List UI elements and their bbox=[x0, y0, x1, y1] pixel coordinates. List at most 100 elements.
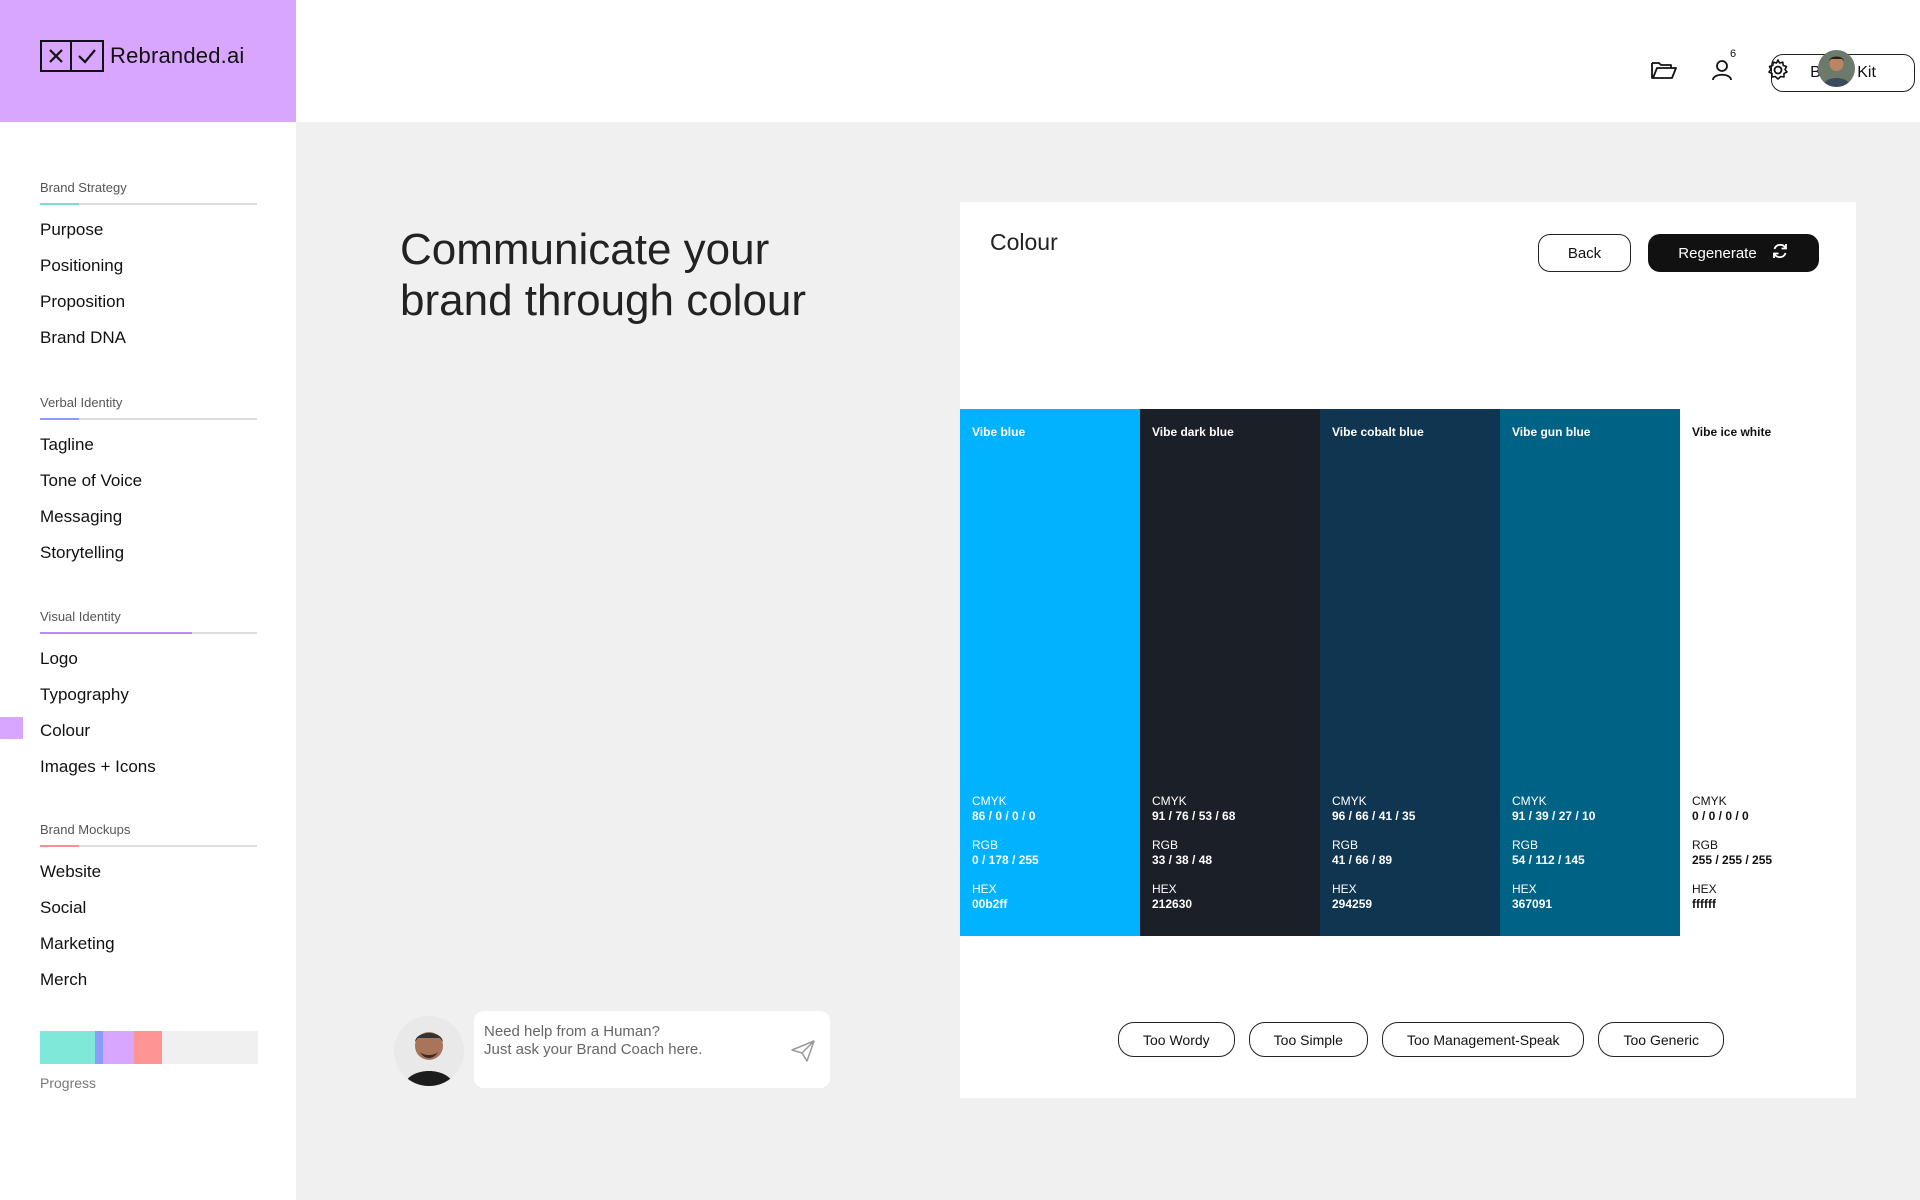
sidebar-item-colour[interactable]: Colour bbox=[40, 720, 257, 756]
regenerate-button[interactable]: Regenerate bbox=[1648, 234, 1819, 272]
hex-label: HEX bbox=[1332, 882, 1357, 896]
progress-segment bbox=[40, 1031, 95, 1064]
progress-label: Progress bbox=[40, 1075, 97, 1091]
feedback-chip-too-wordy[interactable]: Too Wordy bbox=[1118, 1022, 1235, 1057]
sidebar-item-brand-dna[interactable]: Brand DNA bbox=[40, 327, 257, 363]
coach-prompt-line-1: Need help from a Human? bbox=[484, 1023, 660, 1040]
sidebar-item-images-icons[interactable]: Images + Icons bbox=[40, 756, 257, 792]
hex-label: HEX bbox=[1152, 882, 1177, 896]
sidebar: Rebranded.ai Brand Strategy Purpose Positi… bbox=[0, 0, 296, 1200]
rgb-label: RGB bbox=[1692, 838, 1719, 852]
notification-badge: 6 bbox=[1730, 48, 1737, 60]
rgb-label: RGB bbox=[972, 838, 999, 852]
folder-icon[interactable] bbox=[1648, 54, 1680, 86]
section-progress-line bbox=[40, 203, 257, 205]
swatch-specs: CMYK 91 / 76 / 53 / 68 RGB 33 / 38 / 48 HEX 2… bbox=[1152, 794, 1235, 926]
rgb-value: 54 / 112 / 145 bbox=[1512, 853, 1585, 867]
nav-section-brand-mockups: Brand Mockups Website Social Marketing Merch bbox=[40, 822, 257, 1005]
colour-swatch-vibe-gun-blue[interactable]: Vibe gun blue CMYK 91 / 39 / 27 / 10 RGB 54 … bbox=[1500, 409, 1680, 936]
colour-swatch-vibe-dark-blue[interactable]: Vibe dark blue CMYK 91 / 76 / 53 / 68 RGB 33… bbox=[1140, 409, 1320, 936]
colour-swatch-vibe-ice-white[interactable]: Vibe ice white CMYK 0 / 0 / 0 / 0 RGB 255 / … bbox=[1680, 409, 1856, 936]
coach-prompt-line-2: Just ask your Brand Coach here. bbox=[484, 1041, 703, 1058]
cmyk-value: 91 / 39 / 27 / 10 bbox=[1512, 809, 1596, 823]
settings-icon[interactable] bbox=[1762, 54, 1794, 86]
active-item-marker bbox=[0, 717, 23, 739]
nav-section-visual-identity: Visual Identity Logo Typography Colour Image… bbox=[40, 609, 257, 792]
cmyk-label: CMYK bbox=[1152, 794, 1187, 808]
logo-text: Rebranded.ai bbox=[110, 43, 245, 68]
rgb-label: RGB bbox=[1512, 838, 1539, 852]
feedback-chip-too-management-speak[interactable]: Too Management-Speak bbox=[1381, 1022, 1585, 1057]
nav-section-title: Brand Strategy bbox=[40, 180, 127, 195]
cmyk-label: CMYK bbox=[1692, 794, 1727, 808]
cmyk-label: CMYK bbox=[972, 794, 1007, 808]
sidebar-item-merch[interactable]: Merch bbox=[40, 969, 257, 1005]
page-headline: Communicate your brand through colour bbox=[400, 225, 807, 325]
cmyk-value: 0 / 0 / 0 / 0 bbox=[1692, 809, 1749, 823]
card-title: Colour bbox=[990, 229, 1058, 255]
x-icon bbox=[42, 42, 72, 70]
sidebar-item-purpose[interactable]: Purpose bbox=[40, 219, 257, 255]
rgb-value: 0 / 178 / 255 bbox=[972, 853, 1039, 867]
section-progress-line bbox=[40, 632, 257, 634]
hex-value: ffffff bbox=[1692, 897, 1716, 911]
feedback-chip-too-simple[interactable]: Too Simple bbox=[1248, 1022, 1368, 1057]
rgb-value: 33 / 38 / 48 bbox=[1152, 853, 1213, 867]
cmyk-value: 96 / 66 / 41 / 35 bbox=[1332, 809, 1416, 823]
sidebar-item-social[interactable]: Social bbox=[40, 897, 257, 933]
brand-coach-input[interactable]: Need help from a Human? Just ask your Br… bbox=[474, 1011, 830, 1088]
sidebar-item-messaging[interactable]: Messaging bbox=[40, 506, 257, 542]
progress-segment bbox=[103, 1031, 134, 1064]
rgb-label: RGB bbox=[1332, 838, 1359, 852]
top-header: Brand Kit 6 bbox=[296, 0, 1920, 122]
hex-label: HEX bbox=[1512, 882, 1537, 896]
swatch-name: Vibe ice white bbox=[1692, 425, 1772, 439]
colour-swatch-vibe-blue[interactable]: Vibe blue CMYK 86 / 0 / 0 / 0 RGB 0 / 178 / … bbox=[960, 409, 1140, 936]
hex-value: 212630 bbox=[1152, 897, 1193, 911]
cmyk-label: CMYK bbox=[1332, 794, 1367, 808]
swatch-specs: CMYK 91 / 39 / 27 / 10 RGB 54 / 112 / 145 HE… bbox=[1512, 794, 1595, 926]
refresh-icon bbox=[1771, 242, 1789, 264]
feedback-chips: Too Wordy Too Simple Too Management-Speak T… bbox=[1118, 1022, 1724, 1057]
hex-label: HEX bbox=[1692, 882, 1717, 896]
colour-swatch-vibe-cobalt-blue[interactable]: Vibe cobalt blue CMYK 96 / 66 / 41 / 35 RGB… bbox=[1320, 409, 1500, 936]
sidebar-item-tone-of-voice[interactable]: Tone of Voice bbox=[40, 470, 257, 506]
section-progress-line bbox=[40, 418, 257, 420]
feedback-chip-too-generic[interactable]: Too Generic bbox=[1598, 1022, 1724, 1057]
user-avatar[interactable] bbox=[1818, 50, 1855, 87]
rgb-value: 255 / 255 / 255 bbox=[1692, 853, 1773, 867]
sidebar-item-typography[interactable]: Typography bbox=[40, 684, 257, 720]
send-icon[interactable] bbox=[790, 1039, 816, 1063]
progress-bar bbox=[40, 1031, 258, 1064]
nav-section-title: Brand Mockups bbox=[40, 822, 131, 837]
swatch-specs: CMYK 86 / 0 / 0 / 0 RGB 0 / 178 / 255 HEX 00b… bbox=[972, 794, 1039, 926]
colour-swatches: Vibe blue CMYK 86 / 0 / 0 / 0 RGB 0 / 178 / … bbox=[960, 409, 1856, 936]
hex-value: 00b2ff bbox=[972, 897, 1008, 911]
sidebar-item-marketing[interactable]: Marketing bbox=[40, 933, 257, 969]
logo-area[interactable]: Rebranded.ai bbox=[0, 0, 296, 122]
nav-section-verbal-identity: Verbal Identity Tagline Tone of Voice Messa… bbox=[40, 395, 257, 578]
rgb-value: 41 / 66 / 89 bbox=[1332, 853, 1393, 867]
sidebar-item-logo[interactable]: Logo bbox=[40, 648, 257, 684]
swatch-name: Vibe dark blue bbox=[1152, 425, 1234, 439]
nav-section-title: Verbal Identity bbox=[40, 395, 123, 410]
back-button[interactable]: Back bbox=[1538, 234, 1631, 272]
sidebar-item-proposition[interactable]: Proposition bbox=[40, 291, 257, 327]
rgb-label: RGB bbox=[1152, 838, 1179, 852]
progress-segment bbox=[94, 1031, 104, 1064]
cmyk-value: 86 / 0 / 0 / 0 bbox=[972, 809, 1036, 823]
sidebar-item-positioning[interactable]: Positioning bbox=[40, 255, 257, 291]
sidebar-item-tagline[interactable]: Tagline bbox=[40, 434, 257, 470]
regenerate-label: Regenerate bbox=[1678, 244, 1757, 262]
sidebar-item-website[interactable]: Website bbox=[40, 861, 257, 897]
swatch-specs: CMYK 96 / 66 / 41 / 35 RGB 41 / 66 / 89 HEX 2… bbox=[1332, 794, 1415, 926]
check-icon bbox=[72, 42, 102, 70]
nav-section-brand-strategy: Brand Strategy Purpose Positioning Proposit… bbox=[40, 180, 257, 363]
swatch-name: Vibe cobalt blue bbox=[1332, 425, 1424, 439]
hex-value: 367091 bbox=[1512, 897, 1553, 911]
hex-value: 294259 bbox=[1332, 897, 1373, 911]
sidebar-item-storytelling[interactable]: Storytelling bbox=[40, 542, 257, 578]
hex-label: HEX bbox=[972, 882, 997, 896]
swatch-name: Vibe gun blue bbox=[1512, 425, 1591, 439]
progress-segment bbox=[133, 1031, 163, 1064]
